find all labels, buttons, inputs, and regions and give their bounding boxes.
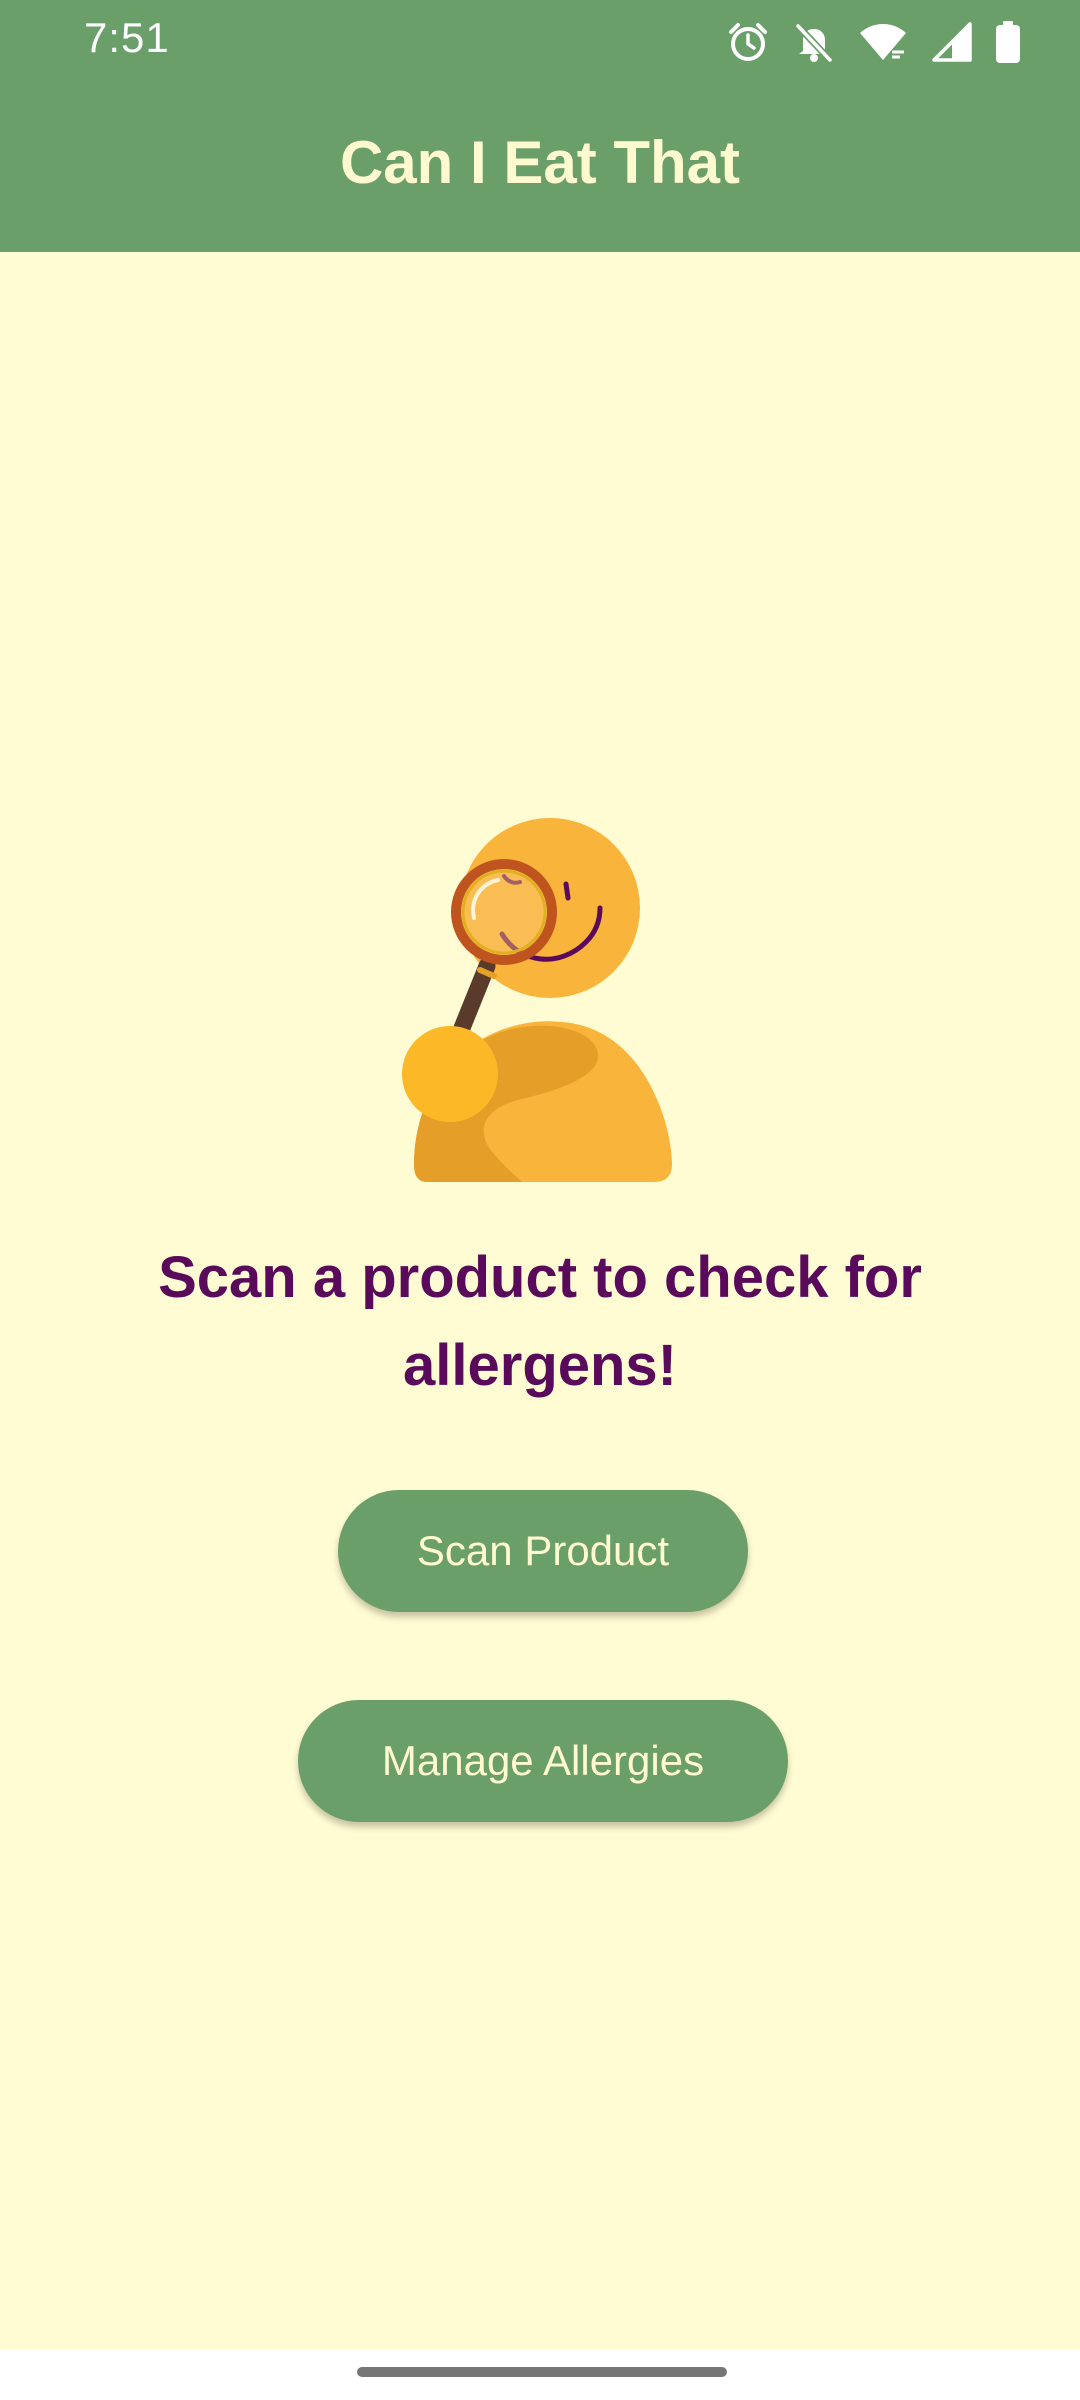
app-bar: 7:51 Can I Eat That (0, 0, 1080, 252)
app-title: Can I Eat That (339, 129, 741, 196)
wifi-icon (858, 20, 908, 64)
notifications-off-icon (792, 20, 836, 64)
status-icons (726, 14, 1022, 70)
alarm-icon (726, 20, 770, 64)
scan-product-button[interactable]: Scan Product (338, 1490, 748, 1612)
scan-prompt-heading: Scan a product to check for allergens! (158, 1245, 922, 1398)
status-time: 7:51 (84, 14, 170, 61)
person-magnifier-illustration (400, 818, 690, 1188)
battery-icon (994, 20, 1022, 64)
signal-icon (930, 20, 972, 64)
home-indicator[interactable] (357, 2367, 727, 2377)
manage-allergies-button[interactable]: Manage Allergies (298, 1700, 788, 1822)
